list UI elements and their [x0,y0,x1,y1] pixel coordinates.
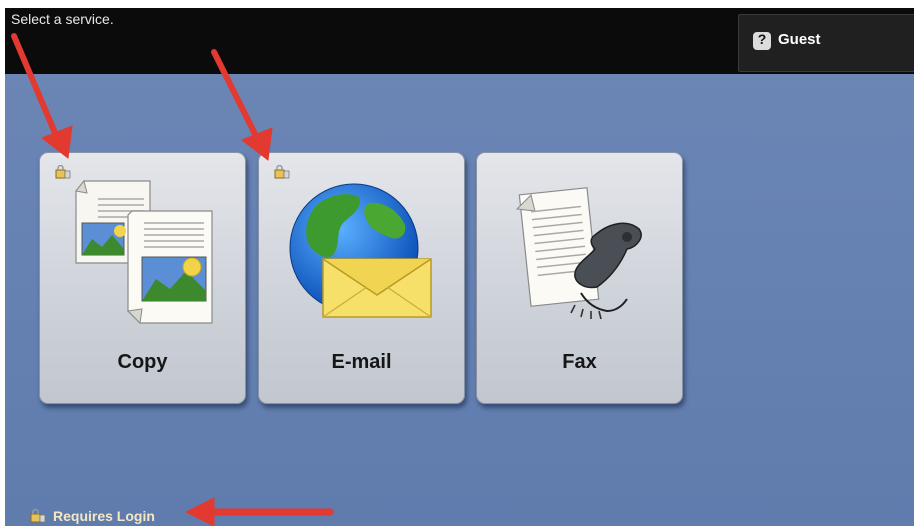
email-tile[interactable]: E-mail [258,152,465,404]
copy-icon [75,179,213,325]
fax-icon [515,187,642,320]
guest-icon [753,31,771,50]
fax-label: Fax [562,351,597,373]
printer-screen: Select a service. Guest [5,8,914,526]
globe-envelope-icon [289,183,432,318]
prompt-text: Select a service. [11,11,114,27]
lock-icon [30,509,46,523]
email-label: E-mail [331,351,392,373]
copy-label: Copy [117,351,168,373]
requires-login-text: Requires Login [53,508,155,524]
top-bar: Select a service. Guest [5,8,914,74]
user-label: Guest [778,31,821,48]
fax-tile[interactable]: Fax [476,152,683,404]
user-button[interactable]: Guest [738,14,914,72]
copy-tile[interactable]: Copy [39,152,246,404]
